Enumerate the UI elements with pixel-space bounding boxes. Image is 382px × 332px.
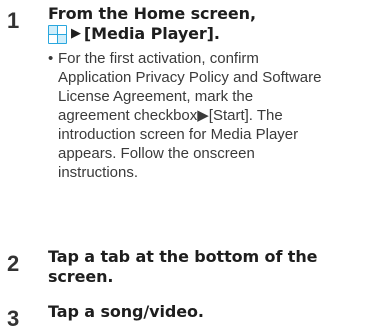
- step-number: 3: [7, 306, 20, 331]
- step-number: 1: [7, 8, 20, 33]
- step-title: From the Home screen, ▶ [Media Player].: [48, 4, 370, 44]
- step-title-line: Tap a song/video.: [48, 302, 204, 321]
- apps-grid-icon: [48, 24, 67, 44]
- note-line: For the first activation, confirm: [58, 50, 259, 67]
- step-number: 2: [7, 251, 20, 276]
- step-title: Tap a tab at the bottom of the screen.: [48, 247, 370, 287]
- arrow-right-icon: ▶: [71, 26, 81, 41]
- step-title-line: From the Home screen,: [48, 4, 256, 23]
- note-line: introduction screen for Media Player: [58, 126, 299, 143]
- step-title: Tap a song/video.: [48, 302, 370, 322]
- step-title-line: screen.: [48, 267, 114, 286]
- note-line: appears. Follow the onscreen: [58, 145, 255, 162]
- step-title-line: Tap a tab at the bottom of the: [48, 247, 318, 266]
- note-line: instructions.: [58, 164, 139, 181]
- note-line: agreement checkbox▶[Start]. The: [58, 107, 283, 124]
- step-title-line: ▶ [Media Player].: [48, 24, 370, 44]
- bullet-icon: •: [48, 50, 54, 67]
- media-player-label: [Media Player].: [83, 24, 220, 43]
- step-note: • For the first activation, confirm Appl…: [48, 49, 370, 182]
- note-line: Application Privacy Policy and Software: [58, 69, 322, 86]
- note-line: License Agreement, mark the: [58, 88, 254, 105]
